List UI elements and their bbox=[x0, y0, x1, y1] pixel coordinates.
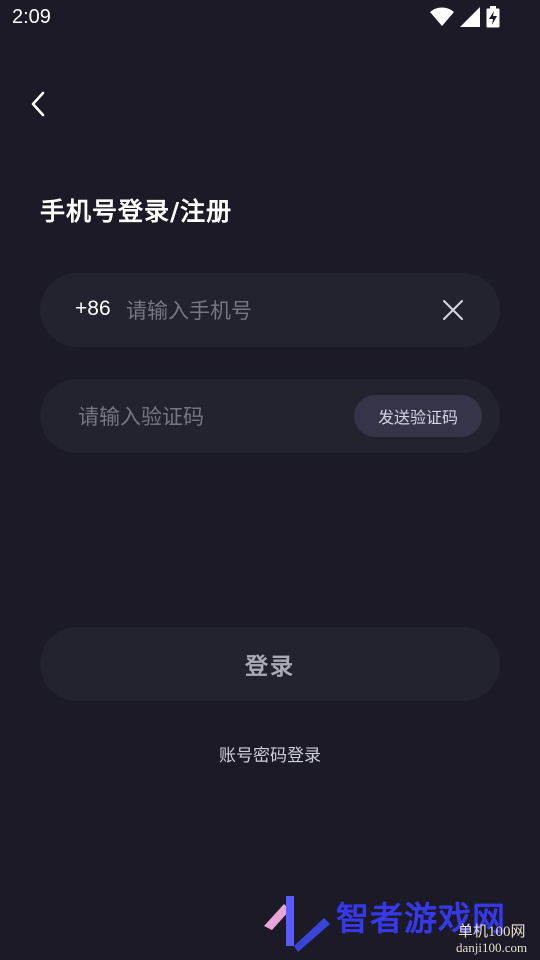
wifi-icon bbox=[430, 7, 454, 26]
cellular-signal-icon bbox=[460, 7, 480, 27]
phone-field: +86 bbox=[40, 273, 500, 347]
country-code[interactable]: +86 bbox=[75, 297, 111, 321]
watermark-subtitle: 单机100网 bbox=[458, 924, 526, 940]
chevron-left-icon bbox=[31, 91, 45, 117]
page-title: 手机号登录/注册 bbox=[40, 197, 233, 226]
verification-code-input[interactable] bbox=[76, 396, 340, 438]
phone-input[interactable] bbox=[124, 290, 428, 332]
close-icon bbox=[443, 300, 463, 320]
clear-button[interactable] bbox=[440, 297, 466, 323]
send-code-button[interactable]: 发送验证码 bbox=[354, 395, 482, 437]
password-login-link[interactable]: 账号密码登录 bbox=[0, 741, 540, 766]
status-icons bbox=[430, 6, 500, 28]
status-time: 2:09 bbox=[12, 6, 51, 28]
verification-code-field: 发送验证码 bbox=[40, 379, 500, 453]
login-button[interactable]: 登录 bbox=[40, 627, 500, 701]
battery-charging-icon bbox=[486, 6, 500, 28]
status-bar: 2:09 bbox=[0, 0, 540, 36]
back-button[interactable] bbox=[20, 86, 56, 122]
watermark-url: danji100.com bbox=[456, 940, 528, 955]
watermark-logo-icon bbox=[264, 896, 330, 952]
watermark: 智者游戏网 单机100网 danji100.com bbox=[258, 888, 540, 960]
